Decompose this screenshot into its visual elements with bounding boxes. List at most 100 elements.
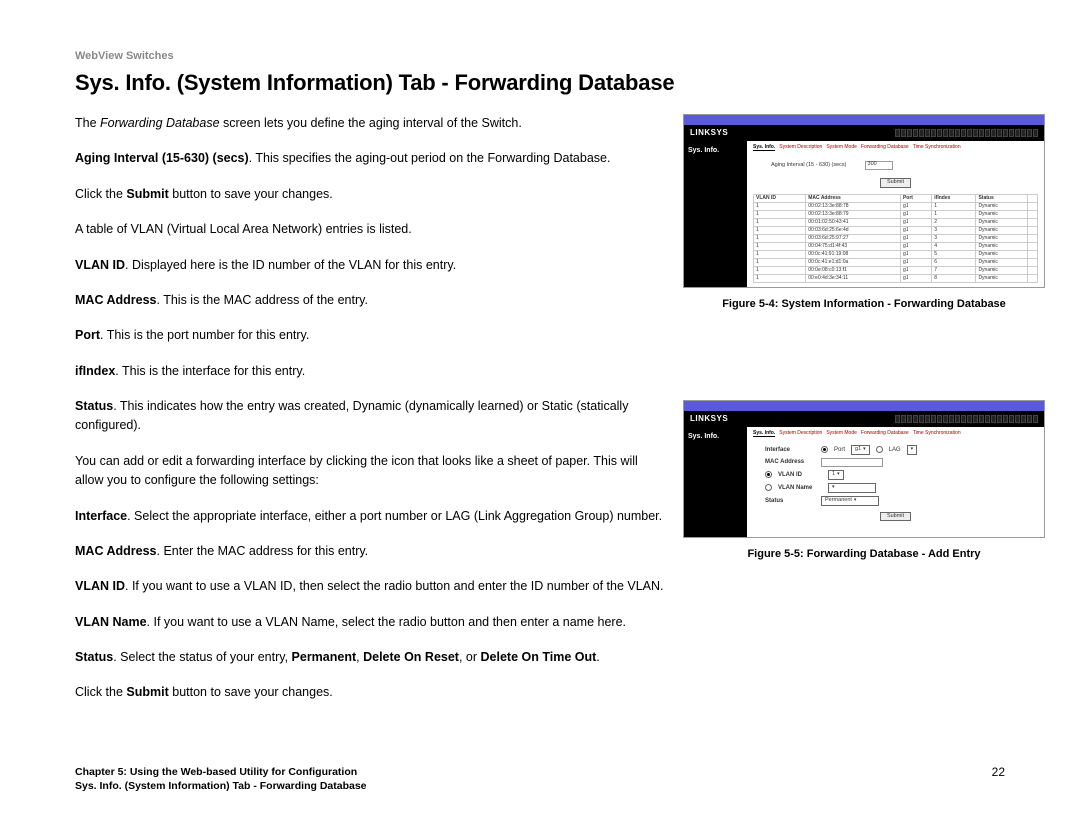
- nav-sys-info: Sys. Info.: [684, 427, 747, 537]
- table-row: 100:01:02:50:43:41g12Dynamic: [754, 218, 1038, 226]
- text-bold: VLAN Name: [75, 615, 147, 629]
- status-select: Permanent: [821, 496, 879, 506]
- aging-label: Aging Interval (15 - 630) (secs): [771, 163, 847, 169]
- table-cell: 1: [754, 258, 806, 266]
- text-bold: Delete On Time Out: [481, 650, 597, 664]
- table-cell: Dynamic: [976, 274, 1027, 282]
- table-cell: Dynamic: [976, 250, 1027, 258]
- text: . If you want to use a VLAN ID, then sel…: [125, 579, 664, 593]
- text: You can add or edit a forwarding interfa…: [75, 452, 665, 491]
- table-row: 100:e0:4d:3e:34:11g18Dynamic: [754, 274, 1038, 282]
- text: . This is the port number for this entry…: [100, 328, 309, 342]
- text-italic: Forwarding Database: [100, 116, 220, 130]
- table-cell: 1: [754, 274, 806, 282]
- tab: Time Synchronization: [913, 145, 961, 151]
- text-bold: MAC Address: [75, 544, 157, 558]
- text-bold: Port: [75, 328, 100, 342]
- table-cell: 1: [754, 218, 806, 226]
- text: The: [75, 116, 100, 130]
- page-footer: Chapter 5: Using the Web-based Utility f…: [75, 765, 1005, 794]
- table-cell: g1: [900, 266, 931, 274]
- table-cell: Dynamic: [976, 210, 1027, 218]
- text: button to save your changes.: [169, 187, 333, 201]
- text: screen lets you define the aging interva…: [220, 116, 522, 130]
- tab-sys-info: Sys. Info.: [753, 431, 775, 437]
- table-cell: 00:0c:41:e1:d1:0a: [806, 258, 901, 266]
- table-cell: 1: [754, 226, 806, 234]
- table-cell: 1: [754, 202, 806, 210]
- text-bold: MAC Address: [75, 293, 157, 307]
- table-cell: g1: [900, 258, 931, 266]
- text-bold: VLAN ID: [75, 258, 125, 272]
- label-status: Status: [765, 498, 815, 504]
- figure-5-5: LINKSYS Sys. Info. Sys. Info. Syste: [683, 400, 1045, 560]
- screenshot-forwarding-db: LINKSYS Sys. Info. Sys. Info. Syste: [683, 114, 1045, 288]
- table-cell: [1027, 258, 1037, 266]
- text: . This specifies the aging-out period on…: [249, 151, 611, 165]
- table-cell: g1: [900, 274, 931, 282]
- table-cell: Dynamic: [976, 266, 1027, 274]
- table-cell: Dynamic: [976, 218, 1027, 226]
- table-cell: g1: [900, 250, 931, 258]
- label-interface: Interface: [765, 447, 815, 453]
- tab: Forwarding Database: [861, 145, 909, 151]
- table-cell: 00:03:6d:25:97:27: [806, 234, 901, 242]
- table-row: 100:03:6d:25:97:27g13Dynamic: [754, 234, 1038, 242]
- text: A table of VLAN (Virtual Local Area Netw…: [75, 220, 665, 239]
- text: . This is the interface for this entry.: [115, 364, 305, 378]
- text-bold: Submit: [126, 187, 168, 201]
- text: . Select the appropriate interface, eith…: [127, 509, 662, 523]
- table-cell: Dynamic: [976, 258, 1027, 266]
- table-cell: Dynamic: [976, 226, 1027, 234]
- aging-input: 300: [865, 161, 893, 170]
- text: . This is the MAC address of the entry.: [157, 293, 368, 307]
- table-cell: 1: [754, 234, 806, 242]
- table-cell: 00:e0:4d:3e:34:11: [806, 274, 901, 282]
- table-cell: 1: [754, 266, 806, 274]
- label-vlan-name: VLAN Name: [778, 485, 822, 491]
- vlan-id-select: 1: [828, 470, 844, 480]
- table-cell: 00:02:13:3e:88:79: [806, 210, 901, 218]
- port-select: g1: [851, 445, 870, 455]
- table-cell: g1: [900, 218, 931, 226]
- figure-caption: Figure 5-4: System Information - Forward…: [683, 298, 1045, 310]
- table-cell: 1: [754, 210, 806, 218]
- logo: LINKSYS: [690, 129, 728, 137]
- text: . Select the status of your entry,: [113, 650, 291, 664]
- table-cell: 00:04:75:d1:4f:43: [806, 242, 901, 250]
- table-cell: [1027, 202, 1037, 210]
- table-cell: 00:02:13:3e:88:78: [806, 202, 901, 210]
- text: .: [596, 650, 599, 664]
- table-header: Port: [900, 194, 931, 202]
- table-cell: [1027, 250, 1037, 258]
- table-cell: 00:01:02:50:43:41: [806, 218, 901, 226]
- page-title: Sys. Info. (System Information) Tab - Fo…: [75, 70, 1005, 96]
- tab: System Mode: [826, 431, 857, 437]
- radio-port: [821, 446, 828, 453]
- table-row: 100:0c:41:e1:d1:0ag16Dynamic: [754, 258, 1038, 266]
- tab: System Mode: [826, 145, 857, 151]
- submit-button: Submit: [880, 512, 911, 522]
- table-cell: [1027, 226, 1037, 234]
- mac-input: [821, 458, 883, 467]
- port-indicators: [895, 129, 1038, 137]
- table-cell: [1027, 234, 1037, 242]
- table-cell: 1: [754, 242, 806, 250]
- table-row: 100:02:13:3e:88:78g11Dynamic: [754, 202, 1038, 210]
- table-cell: 3: [932, 226, 976, 234]
- text-bold: Permanent: [292, 650, 357, 664]
- table-cell: [1027, 210, 1037, 218]
- text: Port: [834, 447, 845, 453]
- table-row: 100:0e:08:c0:13:f1g17Dynamic: [754, 266, 1038, 274]
- table-cell: Dynamic: [976, 242, 1027, 250]
- table-cell: g1: [900, 242, 931, 250]
- logo: LINKSYS: [690, 415, 728, 423]
- text-bold: Aging Interval (15-630) (secs): [75, 151, 249, 165]
- table-row: 100:02:13:3e:88:79g11Dynamic: [754, 210, 1038, 218]
- table-header: VLAN ID: [754, 194, 806, 202]
- text-bold: VLAN ID: [75, 579, 125, 593]
- table-cell: 2: [932, 218, 976, 226]
- radio-vlan-id: [765, 471, 772, 478]
- table-cell: 1: [754, 250, 806, 258]
- text: . This indicates how the entry was creat…: [75, 399, 628, 432]
